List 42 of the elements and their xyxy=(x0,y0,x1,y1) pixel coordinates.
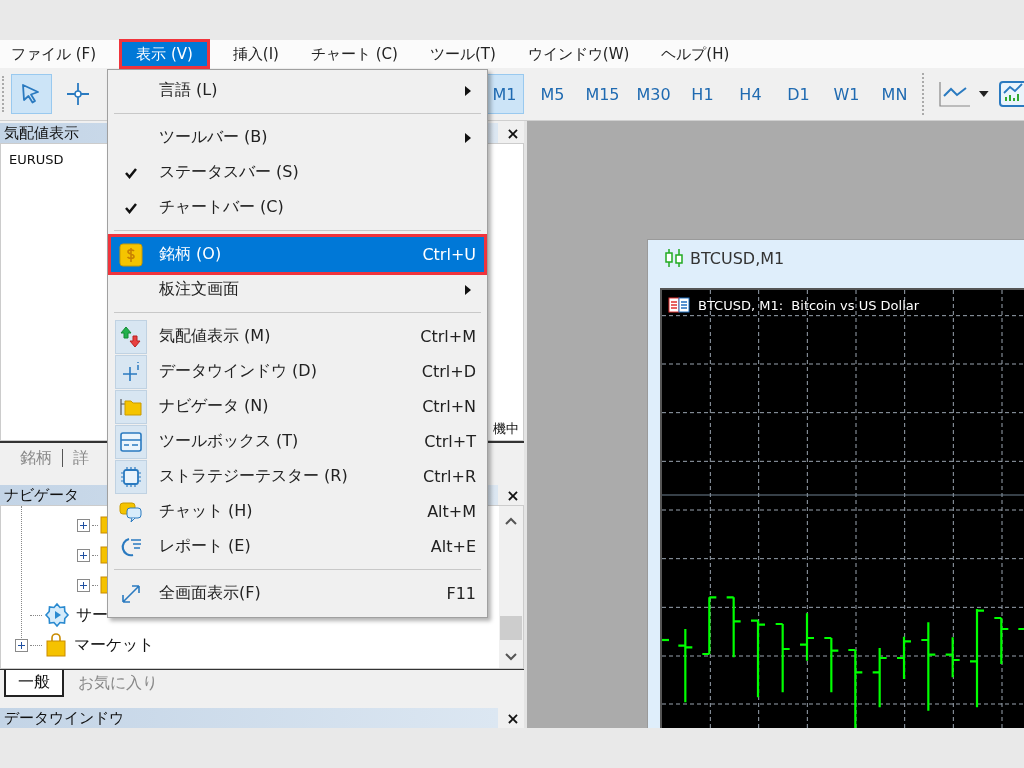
menu-item[interactable]: 銘柄 (O) Ctrl+U xyxy=(111,237,484,272)
menu-bar-item[interactable]: ウインドウ(W) xyxy=(519,40,638,68)
menu-item[interactable]: ツールバー (B) xyxy=(111,120,484,155)
window-title: BTCUSD,M1 xyxy=(690,248,785,268)
tree-item[interactable]: マーケット xyxy=(74,634,154,656)
menu-item[interactable]: 板注文画面 xyxy=(111,272,484,307)
timeframe-button[interactable]: M15 xyxy=(580,74,624,114)
menu-item[interactable]: 気配値表示 (M) Ctrl+M xyxy=(111,319,484,354)
timeframe-button[interactable]: M30 xyxy=(631,74,675,114)
menu-item[interactable]: 言語 (L) xyxy=(111,73,484,108)
panel-title: ナビゲータ xyxy=(4,485,79,505)
menu-bar-item[interactable]: チャート (C) xyxy=(303,40,406,68)
panel-title: データウインドウ xyxy=(4,708,124,728)
menu-item[interactable]: チャートバー (C) xyxy=(111,190,484,225)
tab[interactable]: 一般 xyxy=(4,670,64,697)
timeframe-button[interactable]: H4 xyxy=(730,74,771,114)
chart-label: BTCUSD, M1: Bitcoin vs US Dollar xyxy=(698,297,920,313)
status-text: 機中 xyxy=(493,420,519,438)
menu-bar-item[interactable]: ツール(T) xyxy=(421,40,504,68)
menu-bar-item[interactable]: 表示 (V) xyxy=(120,40,209,68)
menu-item[interactable]: データウインドウ (D) Ctrl+D xyxy=(111,354,484,389)
menu-item[interactable]: 全画面表示(F) F11 xyxy=(111,576,484,611)
menu-item[interactable]: レポート (E) Alt+E xyxy=(111,529,484,564)
close-button[interactable]: × xyxy=(502,485,524,505)
menu-item[interactable]: ナビゲータ (N) Ctrl+N xyxy=(111,389,484,424)
menu-item[interactable]: ツールボックス (T) Ctrl+T xyxy=(111,424,484,459)
menu-bar-item[interactable]: 挿入(I) xyxy=(224,40,287,68)
menu-bar-item[interactable]: ヘルプ(H) xyxy=(653,40,738,68)
menu-item[interactable]: ステータスバー (S) xyxy=(111,155,484,190)
timeframe-button[interactable]: W1 xyxy=(826,74,867,114)
timeframe-button[interactable]: D1 xyxy=(778,74,819,114)
menu-item[interactable]: チャット (H) Alt+M xyxy=(111,494,484,529)
timeframe-button[interactable]: M5 xyxy=(532,74,573,114)
symbol-row[interactable]: EURUSD xyxy=(1,144,64,167)
tree-item[interactable]: サー xyxy=(76,604,108,626)
menu-bar-item[interactable]: ファイル (F) xyxy=(3,40,105,68)
timeframe-button[interactable]: H1 xyxy=(682,74,723,114)
timeframe-button[interactable]: MN xyxy=(874,74,915,114)
panel-title: 気配値表示 xyxy=(4,123,79,143)
menu-item[interactable]: ストラテジーテスター (R) Ctrl+R xyxy=(111,459,484,494)
close-button[interactable]: × xyxy=(502,708,524,728)
close-button[interactable]: × xyxy=(502,123,524,143)
